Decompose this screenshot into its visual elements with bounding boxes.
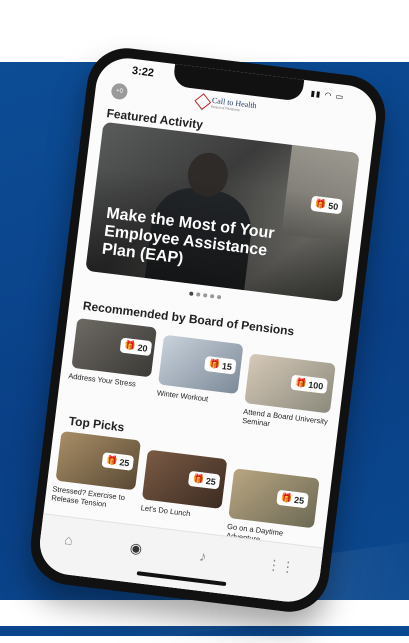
points-value: 25 bbox=[205, 475, 217, 487]
carousel-dot[interactable] bbox=[216, 294, 222, 300]
activity-card[interactable]: 🎁 25 bbox=[55, 430, 142, 491]
activity-card[interactable]: 🎁 25 bbox=[228, 468, 320, 529]
points-value: 25 bbox=[293, 494, 305, 506]
apps-grid-icon[interactable]: ⋮⋮ bbox=[266, 556, 296, 576]
wifi-icon: ◠ bbox=[324, 90, 334, 101]
gift-icon: 🎁 bbox=[192, 473, 205, 485]
avatar[interactable]: +0 bbox=[110, 82, 129, 101]
points-value: 15 bbox=[221, 360, 233, 372]
carousel-dot[interactable] bbox=[189, 291, 194, 296]
points-badge: 🎁 25 bbox=[101, 452, 135, 471]
points-badge: 🎁 25 bbox=[187, 470, 221, 490]
activity-card[interactable]: 🎁 25 bbox=[141, 449, 228, 509]
carousel-dots[interactable] bbox=[189, 291, 222, 300]
points-badge: 🎁 15 bbox=[203, 355, 237, 375]
gift-icon: 🎁 bbox=[105, 454, 119, 466]
points-value: 100 bbox=[307, 379, 324, 391]
carousel-dot[interactable] bbox=[196, 292, 201, 297]
app-logo: Call to Health Board of Pensions bbox=[194, 93, 257, 115]
points-badge: 🎁 20 bbox=[119, 337, 153, 357]
top-picks-section-title: Top Picks bbox=[68, 413, 126, 435]
signal-icon: ▮▮ bbox=[310, 88, 322, 100]
home-icon[interactable]: ⌂ bbox=[63, 531, 73, 548]
points-value: 20 bbox=[137, 342, 149, 354]
featured-activity-card[interactable]: 🎁 50 Make the Most of Your Employee Assi… bbox=[85, 121, 360, 303]
status-time: 3:22 bbox=[131, 64, 155, 80]
carousel-dot[interactable] bbox=[209, 294, 215, 299]
gift-icon: 🎁 bbox=[314, 198, 328, 210]
phone-screen: 3:22 ▮▮ ◠ ▭ +0 Call to Health Board of P… bbox=[36, 54, 380, 606]
points-badge: 🎁 25 bbox=[276, 489, 310, 509]
background-bottom bbox=[0, 600, 409, 626]
gift-icon: 🎁 bbox=[280, 492, 293, 504]
activity-card[interactable]: 🎁 15 bbox=[158, 334, 244, 395]
bell-icon[interactable]: ♪ bbox=[198, 548, 207, 565]
battery-icon: ▭ bbox=[335, 91, 345, 102]
gift-icon: 🎁 bbox=[294, 377, 308, 389]
logo-icon bbox=[194, 93, 212, 111]
status-icons: ▮▮ ◠ ▭ bbox=[310, 89, 345, 102]
carousel-dot[interactable] bbox=[202, 293, 208, 298]
points-badge: 🎁 100 bbox=[290, 374, 329, 394]
explore-icon[interactable]: ◉ bbox=[129, 539, 143, 557]
points-value: 50 bbox=[327, 200, 339, 212]
points-value: 25 bbox=[118, 456, 131, 468]
gift-icon: 🎁 bbox=[123, 339, 137, 352]
activity-card[interactable]: 🎁 100 bbox=[244, 353, 336, 414]
activity-card[interactable]: 🎁 20 bbox=[71, 318, 157, 378]
gift-icon: 🎁 bbox=[208, 358, 221, 370]
